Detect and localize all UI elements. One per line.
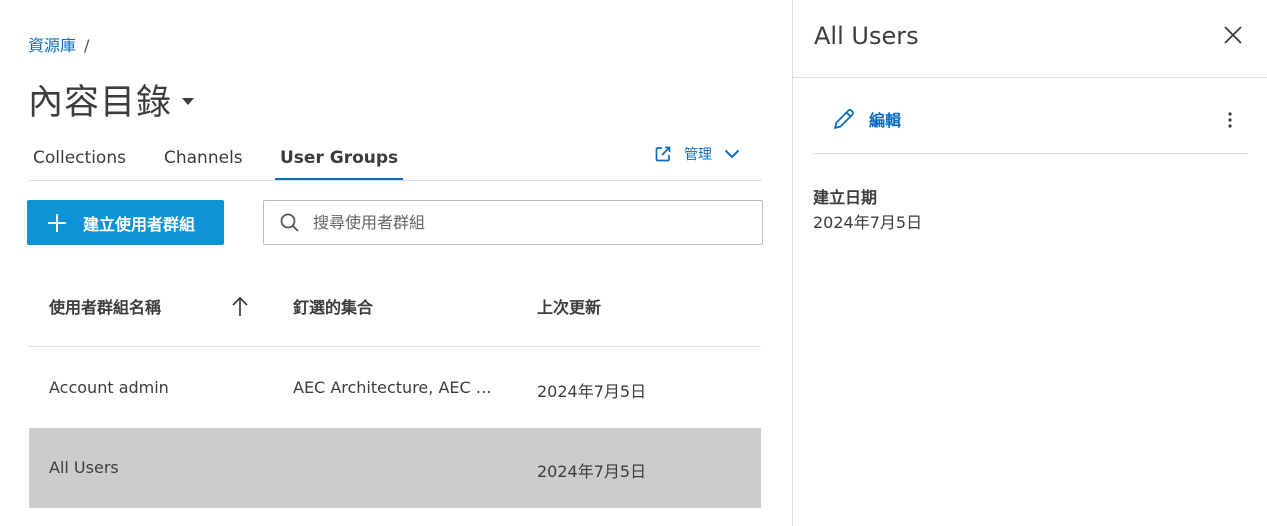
tab-channels[interactable]: Channels xyxy=(159,148,248,179)
column-header-last-updated: 上次更新 xyxy=(537,298,602,317)
cell-pinned-collections: AEC Architecture, AEC … xyxy=(293,378,492,397)
pencil-icon xyxy=(834,109,854,129)
search-icon xyxy=(280,213,299,232)
plus-icon xyxy=(48,213,66,232)
sort-arrow-up-icon[interactable] xyxy=(229,294,251,318)
breadcrumb-separator: / xyxy=(84,36,90,55)
panel-actions-divider xyxy=(813,153,1248,154)
panel-title: All Users xyxy=(814,22,919,50)
manage-dropdown[interactable]: 管理 xyxy=(654,144,740,164)
chevron-down-icon xyxy=(724,149,740,159)
tab-bar: Collections Channels User Groups xyxy=(28,140,762,181)
table-row-selected[interactable]: All Users 2024年7月5日 xyxy=(29,428,761,508)
search-input[interactable] xyxy=(311,212,735,233)
breadcrumb-root-link[interactable]: 資源庫 xyxy=(28,36,76,55)
close-icon[interactable] xyxy=(1222,24,1244,46)
more-vertical-icon[interactable] xyxy=(1224,110,1236,130)
page-title: 內容目錄 xyxy=(28,83,173,123)
breadcrumb: 資源庫 / xyxy=(28,32,89,56)
cell-last-updated: 2024年7月5日 xyxy=(537,382,647,401)
cell-last-updated: 2024年7月5日 xyxy=(537,462,647,481)
column-header-pinned-collections: 釘選的集合 xyxy=(293,298,374,317)
table-row[interactable]: Account admin AEC Architecture, AEC … 20… xyxy=(29,348,761,428)
table-header: 使用者群組名稱 釘選的集合 上次更新 xyxy=(29,262,761,347)
page-title-dropdown[interactable]: 內容目錄 xyxy=(28,74,195,125)
created-date-value: 2024年7月5日 xyxy=(813,213,923,232)
external-link-icon xyxy=(655,146,671,162)
manage-label: 管理 xyxy=(684,147,712,163)
create-user-group-label: 建立使用者群組 xyxy=(83,214,196,234)
edit-label: 編輯 xyxy=(869,111,902,130)
search-box xyxy=(263,200,763,245)
tab-collections[interactable]: Collections xyxy=(28,148,131,179)
caret-down-icon xyxy=(182,98,195,105)
panel-header-divider xyxy=(793,77,1267,78)
cell-group-name: All Users xyxy=(49,458,119,477)
edit-button[interactable]: 編輯 xyxy=(831,106,901,132)
main-content: 資源庫 / 內容目錄 Collections Channels User Grou… xyxy=(0,0,792,526)
tab-user-groups[interactable]: User Groups xyxy=(275,148,404,180)
column-header-name[interactable]: 使用者群組名稱 xyxy=(49,294,161,318)
created-date-label: 建立日期 xyxy=(813,188,878,207)
cell-group-name: Account admin xyxy=(49,378,169,397)
details-panel: All Users 編輯 建立日期 2024年7月5日 xyxy=(793,0,1267,526)
create-user-group-button[interactable]: 建立使用者群組 xyxy=(27,200,224,245)
